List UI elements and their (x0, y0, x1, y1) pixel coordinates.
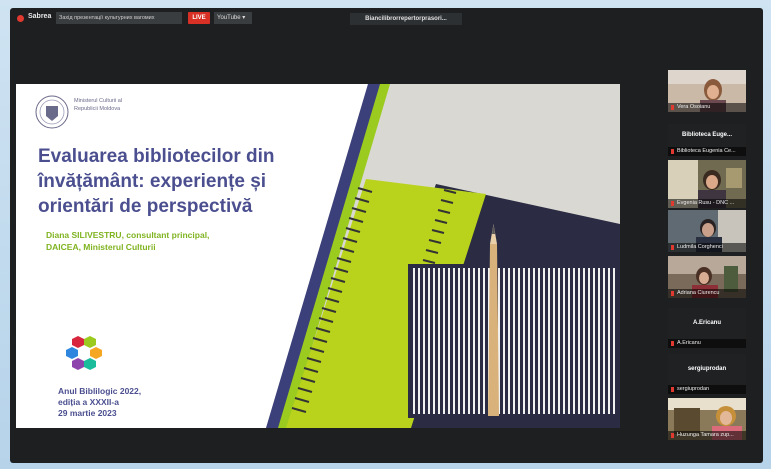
recording-label[interactable]: Sabrea (28, 13, 51, 20)
participant-tile[interactable]: Vera Osoianu (668, 70, 746, 112)
platform-dropdown[interactable]: YouTube ▾ (214, 12, 252, 24)
slide-author: Diana SILIVESTRU, consultant principal, … (46, 229, 306, 253)
participant-name: A.Ericanu (668, 339, 746, 348)
participant-avatar-label: Biblioteca Euge... (681, 132, 732, 138)
ministry-logo (35, 95, 69, 129)
participant-name: Evgenia Rusu - DNC ... (668, 199, 746, 208)
slide-title: Evaluarea bibliotecilor din învățământ: … (38, 146, 275, 217)
participant-name: Biblioteca Eugenia Ce... (668, 147, 746, 156)
logo-caption: Ministerul Culturii al Republicii Moldov… (74, 98, 122, 112)
participant-name: Vera Osoianu (668, 103, 746, 112)
participant-avatar-label: A.Ericanu (692, 320, 721, 326)
participant-tile[interactable]: Huzunga Tamara zup... (668, 398, 746, 440)
slide-background (16, 84, 620, 428)
participant-tile[interactable]: sergiuprodan sergiuprodan (668, 354, 746, 394)
event-info: Anul Biblilogic 2022, ediția a XXXII-a 2… (58, 386, 141, 419)
participant-avatar-label: sergiuprodan (687, 366, 727, 372)
participant-name: Ludmila Corghenci (668, 243, 746, 252)
participant-tile[interactable]: Adriana Ciurencu (668, 256, 746, 298)
author-line: Diana SILIVESTRU, consultant principal, (46, 230, 210, 240)
participant-tile[interactable]: Ludmila Corghenci (668, 210, 746, 252)
author-affiliation: DAICEA, Ministerul Culturii (46, 242, 156, 252)
participant-name: sergiuprodan (668, 385, 746, 394)
participant-tile[interactable]: Evgenia Rusu - DNC ... (668, 160, 746, 208)
recording-icon (17, 15, 24, 22)
stream-description[interactable]: Захід презентації культурних вагомих (56, 12, 182, 24)
event-hexagon-logo (66, 336, 102, 370)
live-badge: LIVE (188, 12, 210, 24)
participant-tile[interactable]: Biblioteca Euge... Biblioteca Eugenia Ce… (668, 124, 746, 156)
participant-tile[interactable]: A.Ericanu A.Ericanu (668, 308, 746, 348)
shared-slide: Ministerul Culturii al Republicii Moldov… (16, 84, 620, 428)
top-toolbar: Sabrea Захід презентації культурних ваго… (10, 8, 763, 30)
event-date: 29 martie 2023 (58, 408, 117, 418)
participant-name: Huzunga Tamara zup... (668, 431, 746, 440)
event-edition: ediția a XXXII-a (58, 397, 119, 407)
event-year: Anul Biblilogic 2022, (58, 386, 142, 396)
window-title: Biancilibrorrepertorprasori... (350, 13, 462, 25)
participant-name: Adriana Ciurencu (668, 289, 746, 298)
meeting-window: Sabrea Захід презентації культурних ваго… (10, 8, 763, 463)
